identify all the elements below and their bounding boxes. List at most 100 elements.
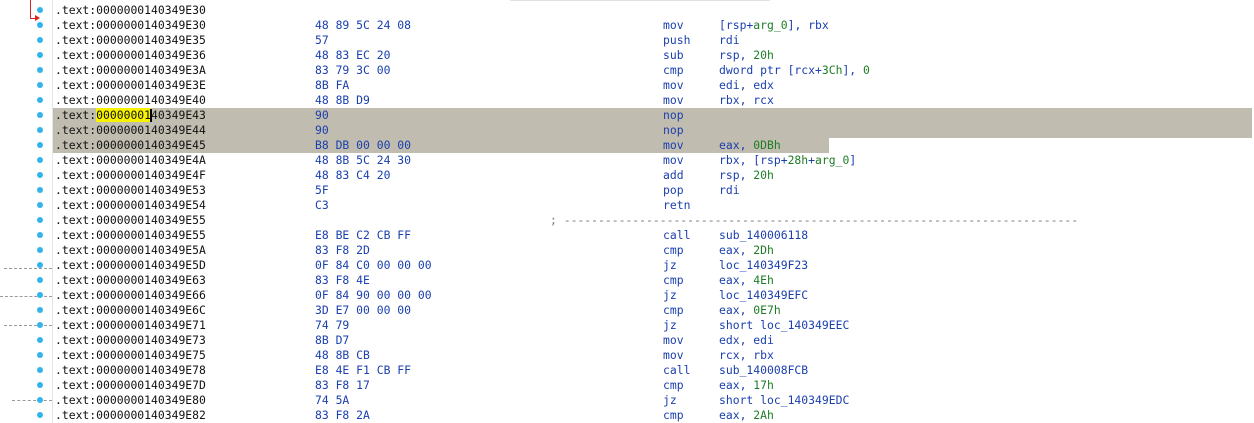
- mnemonic[interactable]: cmp: [663, 408, 684, 423]
- operands[interactable]: eax, 2Ah: [719, 408, 774, 423]
- mnemonic[interactable]: nop: [663, 108, 684, 123]
- mnemonic[interactable]: mov: [663, 333, 684, 348]
- mnemonic[interactable]: mov: [663, 93, 684, 108]
- operands[interactable]: edi, edx: [719, 78, 774, 93]
- listing-row[interactable]: .text:0000000140349E82 83 F8 2A cmp eax, 2A…: [55, 408, 1254, 423]
- operands[interactable]: short loc_140349EDC: [719, 393, 849, 408]
- listing-row[interactable]: .text:0000000140349E30: [55, 3, 1254, 18]
- operands[interactable]: edx, edi: [719, 333, 774, 348]
- address[interactable]: .text:0000000140349E36: [55, 48, 206, 63]
- operands[interactable]: loc_140349EFC: [719, 288, 808, 303]
- mnemonic[interactable]: mov: [663, 18, 684, 33]
- address[interactable]: .text:0000000140349E43: [55, 108, 206, 123]
- address[interactable]: .text:0000000140349E75: [55, 348, 206, 363]
- operands[interactable]: eax, 4Eh: [719, 273, 774, 288]
- address[interactable]: .text:0000000140349E44: [55, 123, 206, 138]
- listing-row[interactable]: .text:0000000140349E80 74 5A jz short loc_1…: [55, 393, 1254, 408]
- address[interactable]: .text:0000000140349E55: [55, 228, 206, 243]
- mnemonic[interactable]: add: [663, 168, 684, 183]
- operands[interactable]: [rsp+arg_0], rbx: [719, 18, 829, 33]
- address[interactable]: .text:0000000140349E30: [55, 3, 206, 18]
- address[interactable]: .text:0000000140349E4A: [55, 153, 206, 168]
- listing-row[interactable]: .text:0000000140349E53 5F pop rdi: [55, 183, 1254, 198]
- mnemonic[interactable]: mov: [663, 153, 684, 168]
- listing-row[interactable]: .text:0000000140349E71 74 79 jz short loc_1…: [55, 318, 1254, 333]
- listing-row[interactable]: .text:0000000140349E30 48 89 5C 24 08 mov […: [55, 18, 1254, 33]
- address[interactable]: .text:0000000140349E71: [55, 318, 206, 333]
- listing-row[interactable]: .text:0000000140349E5A 83 F8 2D cmp eax, 2D…: [55, 243, 1254, 258]
- operands[interactable]: rsp, 20h: [719, 168, 774, 183]
- operands[interactable]: rdi: [719, 33, 740, 48]
- address[interactable]: .text:0000000140349E4F: [55, 168, 206, 183]
- operands[interactable]: loc_140349F23: [719, 258, 808, 273]
- operands[interactable]: rdi: [719, 183, 740, 198]
- listing-row[interactable]: .text:0000000140349E3A 83 79 3C 00 cmp dwor…: [55, 63, 1254, 78]
- address[interactable]: .text:0000000140349E82: [55, 408, 206, 423]
- address[interactable]: .text:0000000140349E53: [55, 183, 206, 198]
- mnemonic[interactable]: cmp: [663, 303, 684, 318]
- operands[interactable]: eax, 0E7h: [719, 303, 781, 318]
- mnemonic[interactable]: mov: [663, 348, 684, 363]
- listing-row[interactable]: .text:0000000140349E55 E8 BE C2 CB FF call…: [55, 228, 1254, 243]
- mnemonic[interactable]: cmp: [663, 63, 684, 78]
- mnemonic[interactable]: call: [663, 363, 690, 378]
- mnemonic[interactable]: jz: [663, 318, 677, 333]
- listing-row[interactable]: .text:0000000140349E55 ; ----------------…: [55, 213, 1254, 228]
- mnemonic[interactable]: push: [663, 33, 690, 48]
- mnemonic[interactable]: sub: [663, 48, 684, 63]
- listing-row[interactable]: .text:0000000140349E40 48 8B D9 mov rbx, rc…: [55, 93, 1254, 108]
- address[interactable]: .text:0000000140349E35: [55, 33, 206, 48]
- address[interactable]: .text:0000000140349E3E: [55, 78, 206, 93]
- operands[interactable]: sub_140008FCB: [719, 363, 808, 378]
- operands[interactable]: eax, 0DBh: [719, 138, 781, 153]
- address[interactable]: .text:0000000140349E6C: [55, 303, 206, 318]
- address[interactable]: .text:0000000140349E3A: [55, 63, 206, 78]
- address[interactable]: .text:0000000140349E63: [55, 273, 206, 288]
- listing-row[interactable]: .text:0000000140349E4F 48 83 C4 20 add rsp,…: [55, 168, 1254, 183]
- mnemonic[interactable]: mov: [663, 138, 684, 153]
- mnemonic[interactable]: cmp: [663, 243, 684, 258]
- listing-row[interactable]: .text:0000000140349E4A 48 8B 5C 24 30 mov r…: [55, 153, 1254, 168]
- listing-row[interactable]: .text:0000000140349E6C 3D E7 00 00 00 cmp e…: [55, 303, 1254, 318]
- operands[interactable]: eax, 17h: [719, 378, 774, 393]
- listing-row[interactable]: .text:0000000140349E7D 83 F8 17 cmp eax, 17…: [55, 378, 1254, 393]
- listing-row[interactable]: .text:0000000140349E78 E8 4E F1 CB FF call…: [55, 363, 1254, 378]
- address[interactable]: .text:0000000140349E5A: [55, 243, 206, 258]
- mnemonic[interactable]: cmp: [663, 378, 684, 393]
- listing-row[interactable]: .text:0000000140349E43 90 nop: [53, 108, 1254, 123]
- mnemonic[interactable]: pop: [663, 183, 684, 198]
- address[interactable]: .text:0000000140349E73: [55, 333, 206, 348]
- address[interactable]: .text:0000000140349E30: [55, 18, 206, 33]
- mnemonic[interactable]: nop: [663, 123, 684, 138]
- listing-row[interactable]: .text:0000000140349E3E 8B FA mov edi, edx: [55, 78, 1254, 93]
- operands[interactable]: rsp, 20h: [719, 48, 774, 63]
- mnemonic[interactable]: cmp: [663, 273, 684, 288]
- address[interactable]: .text:0000000140349E40: [55, 93, 206, 108]
- mnemonic[interactable]: jz: [663, 258, 677, 273]
- mnemonic[interactable]: jz: [663, 393, 677, 408]
- mnemonic[interactable]: jz: [663, 288, 677, 303]
- address[interactable]: .text:0000000140349E5D: [55, 258, 206, 273]
- address[interactable]: .text:0000000140349E66: [55, 288, 206, 303]
- listing-row[interactable]: .text:0000000140349E45 B8 DB 00 00 00 mov e…: [53, 138, 1254, 153]
- operands[interactable]: rbx, [rsp+28h+arg_0]: [719, 153, 856, 168]
- mnemonic[interactable]: retn: [663, 198, 690, 213]
- address[interactable]: .text:0000000140349E80: [55, 393, 206, 408]
- listing-row[interactable]: .text:0000000140349E5D 0F 84 C0 00 00 00 j…: [55, 258, 1254, 273]
- listing-row[interactable]: .text:0000000140349E44 90 nop: [53, 123, 1254, 138]
- listing-row[interactable]: .text:0000000140349E66 0F 84 90 00 00 00 j…: [55, 288, 1254, 303]
- operands[interactable]: short loc_140349EEC: [719, 318, 849, 333]
- listing-row[interactable]: .text:0000000140349E73 8B D7 mov edx, edi: [55, 333, 1254, 348]
- listing-row[interactable]: .text:0000000140349E75 48 8B CB mov rcx, rb…: [55, 348, 1254, 363]
- address[interactable]: .text:0000000140349E45: [55, 138, 206, 153]
- address[interactable]: .text:0000000140349E7D: [55, 378, 206, 393]
- listing-row[interactable]: .text:0000000140349E54 C3 retn: [55, 198, 1254, 213]
- address[interactable]: .text:0000000140349E55: [55, 213, 206, 228]
- listing-row[interactable]: .text:0000000140349E35 57 push rdi: [55, 33, 1254, 48]
- mnemonic[interactable]: call: [663, 228, 690, 243]
- address[interactable]: .text:0000000140349E78: [55, 363, 206, 378]
- operands[interactable]: rcx, rbx: [719, 348, 774, 363]
- operands[interactable]: eax, 2Dh: [719, 243, 774, 258]
- listing-row[interactable]: .text:0000000140349E36 48 83 EC 20 sub rsp,…: [55, 48, 1254, 63]
- listing-row[interactable]: .text:0000000140349E63 83 F8 4E cmp eax, 4E…: [55, 273, 1254, 288]
